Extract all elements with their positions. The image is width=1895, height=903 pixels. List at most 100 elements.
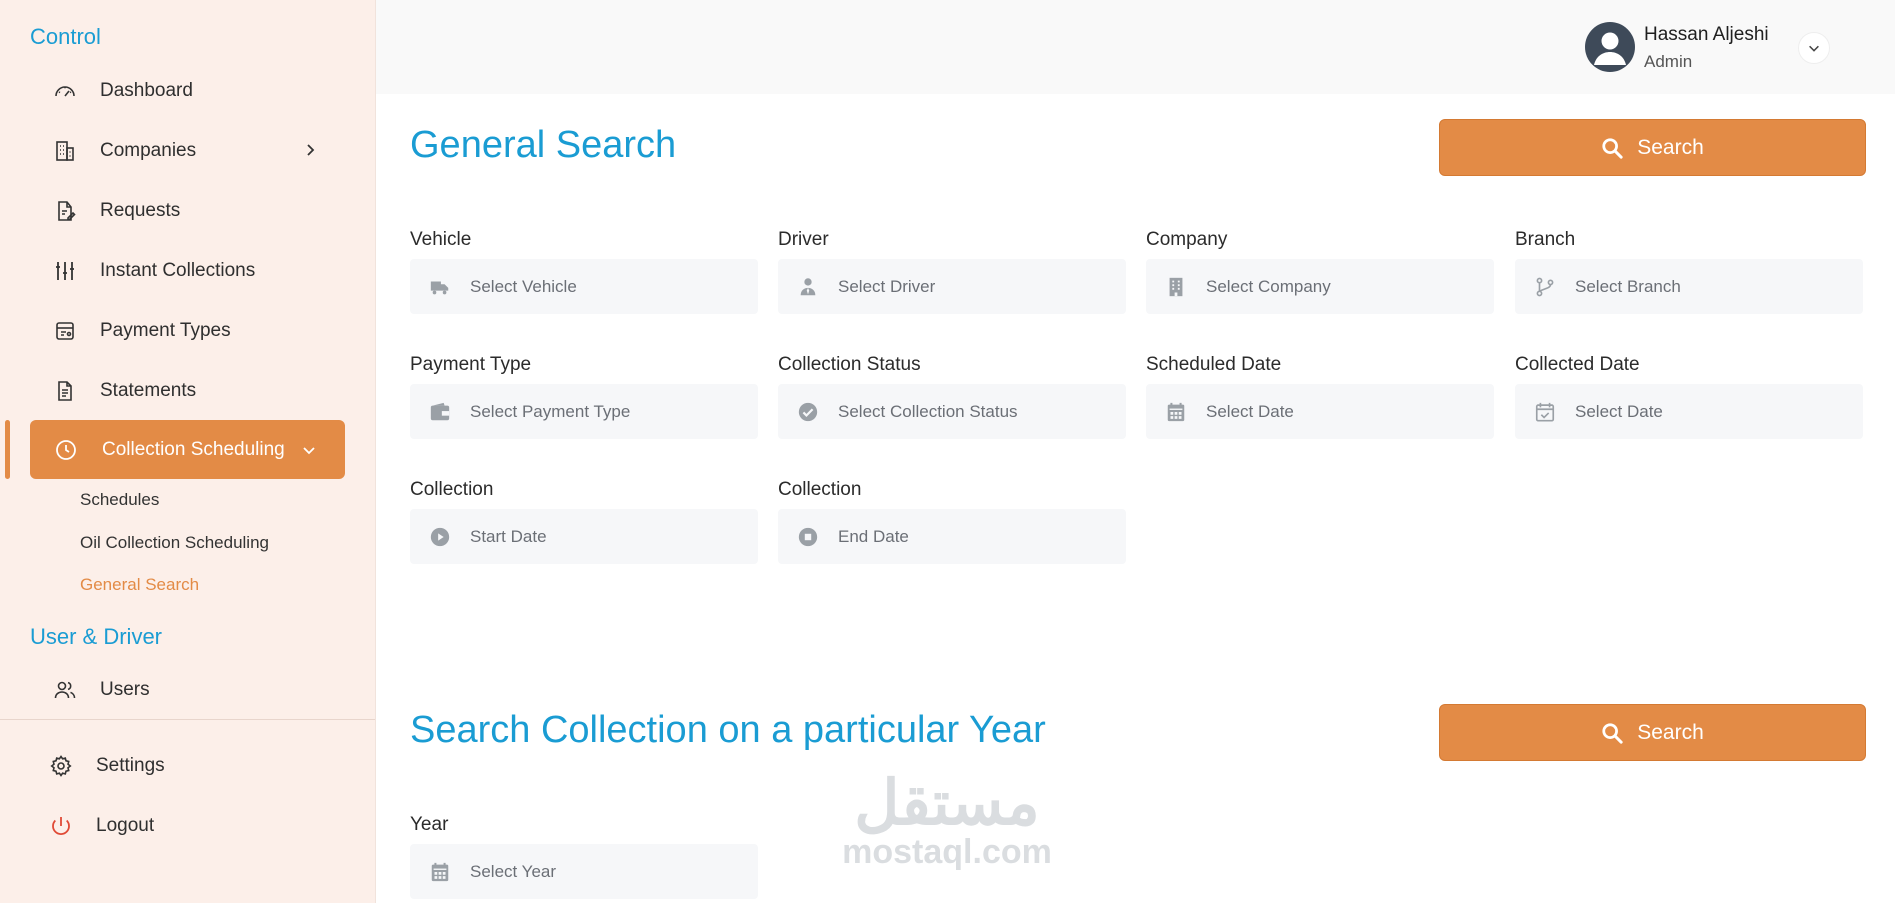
active-indicator	[5, 420, 10, 479]
driver-label: Driver	[778, 229, 829, 250]
scheduled-date-picker[interactable]: Select Date	[1146, 384, 1494, 439]
calendar-check-icon	[1533, 400, 1557, 424]
watermark: مستقل mostaql.com	[832, 769, 1062, 871]
search-icon	[1602, 137, 1623, 159]
sidebar-item-users[interactable]: Users	[52, 669, 150, 711]
search-button-label: Search	[1637, 135, 1704, 159]
chevron-down-icon	[303, 447, 315, 455]
sidebar-subitem-oil-collection-scheduling[interactable]: Oil Collection Scheduling	[80, 533, 269, 553]
year-label: Year	[410, 814, 449, 835]
building-icon	[1164, 275, 1188, 299]
sidebar-item-label: Collection Scheduling	[102, 438, 285, 460]
sidebar-item-label: Settings	[96, 755, 165, 776]
search-button-label: Search	[1637, 720, 1704, 744]
sidebar-item-label: Users	[100, 679, 150, 700]
sidebar: Control Dashboard Companies Requests Ins…	[0, 0, 376, 903]
sidebar-item-label: Companies	[100, 140, 197, 161]
company-label: Company	[1146, 229, 1228, 250]
sidebar-item-companies[interactable]: Companies	[52, 130, 196, 172]
building-icon	[52, 138, 78, 164]
sidebar-item-label: Payment Types	[100, 320, 231, 341]
play-circle-icon	[428, 525, 452, 549]
user-menu-toggle[interactable]	[1798, 32, 1830, 64]
wallet-icon	[428, 400, 452, 424]
file-edit-icon	[52, 198, 78, 224]
sidebar-subitem-general-search[interactable]: General Search	[80, 575, 199, 595]
year-select[interactable]: Select Year	[410, 844, 758, 899]
vehicle-select[interactable]: Select Vehicle	[410, 259, 758, 314]
sidebar-item-logout[interactable]: Logout	[48, 805, 154, 847]
user-tie-icon	[796, 275, 820, 299]
payment-type-select[interactable]: Select Payment Type	[410, 384, 758, 439]
company-select[interactable]: Select Company	[1146, 259, 1494, 314]
payment-type-label: Payment Type	[410, 354, 532, 375]
stop-circle-icon	[796, 525, 820, 549]
sidebar-item-requests[interactable]: Requests	[52, 190, 180, 232]
sidebar-item-label: Requests	[100, 200, 181, 221]
user-name: Hassan Aljeshi	[1644, 24, 1769, 45]
watermark-latin: mostaql.com	[842, 833, 1052, 871]
sidebar-item-collection-scheduling[interactable]: Collection Scheduling	[30, 420, 345, 479]
calendar-icon	[428, 860, 452, 884]
control-section-title: Control	[30, 24, 101, 49]
page-title: General Search	[410, 124, 677, 166]
sidebar-item-label: Instant Collections	[100, 260, 256, 281]
branch-select[interactable]: Select Branch	[1515, 259, 1863, 314]
general-search-button[interactable]: Search	[1439, 119, 1866, 176]
vehicle-label: Vehicle	[410, 229, 472, 250]
collection-status-placeholder: Select Collection Status	[838, 401, 1018, 421]
year-search-button[interactable]: Search	[1439, 704, 1866, 761]
sidebar-item-instant-collections[interactable]: Instant Collections	[52, 250, 255, 292]
sidebar-item-dashboard[interactable]: Dashboard	[52, 70, 193, 112]
sidebar-item-payment-types[interactable]: Payment Types	[52, 310, 231, 352]
card-receipt-icon	[52, 318, 78, 344]
sidebar-subitem-schedules[interactable]: Schedules	[80, 490, 159, 510]
vehicle-placeholder: Select Vehicle	[470, 276, 577, 296]
truck-icon	[428, 275, 452, 299]
chevron-right-icon[interactable]	[302, 142, 318, 158]
branch-placeholder: Select Branch	[1575, 276, 1681, 296]
calendar-icon	[1164, 400, 1188, 424]
scheduled-date-label: Scheduled Date	[1146, 354, 1282, 375]
collection-status-select[interactable]: Select Collection Status	[778, 384, 1126, 439]
sidebar-item-label: Logout	[96, 815, 155, 836]
sidebar-item-label: Dashboard	[100, 80, 193, 101]
user-driver-section-title: User & Driver	[30, 624, 163, 649]
collected-date-label: Collected Date	[1515, 354, 1640, 375]
document-icon	[52, 378, 78, 404]
sidebar-divider	[0, 719, 375, 720]
collected-date-placeholder: Select Date	[1575, 401, 1663, 421]
sliders-icon	[52, 258, 78, 284]
check-circle-icon	[796, 400, 820, 424]
avatar[interactable]	[1585, 22, 1635, 72]
sidebar-item-label: Statements	[100, 380, 197, 401]
branch-label: Branch	[1515, 229, 1576, 250]
watermark-arabic: مستقل	[854, 769, 1040, 838]
driver-select[interactable]: Select Driver	[778, 259, 1126, 314]
collection-start-label: Collection	[410, 479, 494, 500]
search-icon	[1602, 722, 1623, 744]
collection-end-date-picker[interactable]: End Date	[778, 509, 1126, 564]
collection-end-placeholder: End Date	[838, 526, 909, 546]
collected-date-picker[interactable]: Select Date	[1515, 384, 1863, 439]
clock-icon	[54, 437, 80, 463]
gear-icon	[48, 753, 74, 779]
gauge-icon	[52, 78, 78, 104]
year-search-title: Search Collection on a particular Year	[410, 709, 1046, 751]
scheduled-date-placeholder: Select Date	[1206, 401, 1294, 421]
sidebar-item-settings[interactable]: Settings	[48, 745, 165, 787]
power-icon	[48, 813, 74, 839]
collection-status-label: Collection Status	[778, 354, 921, 375]
payment-type-placeholder: Select Payment Type	[470, 401, 631, 421]
year-placeholder: Select Year	[470, 861, 557, 881]
collection-end-label: Collection	[778, 479, 862, 500]
driver-placeholder: Select Driver	[838, 276, 936, 296]
chevron-down-icon	[1809, 45, 1819, 52]
user-role: Admin	[1644, 52, 1693, 71]
collection-start-date-picker[interactable]: Start Date	[410, 509, 758, 564]
branch-icon	[1533, 275, 1557, 299]
collection-start-placeholder: Start Date	[470, 526, 547, 546]
sidebar-item-statements[interactable]: Statements	[52, 370, 196, 412]
company-placeholder: Select Company	[1206, 276, 1331, 296]
users-icon	[52, 677, 78, 703]
